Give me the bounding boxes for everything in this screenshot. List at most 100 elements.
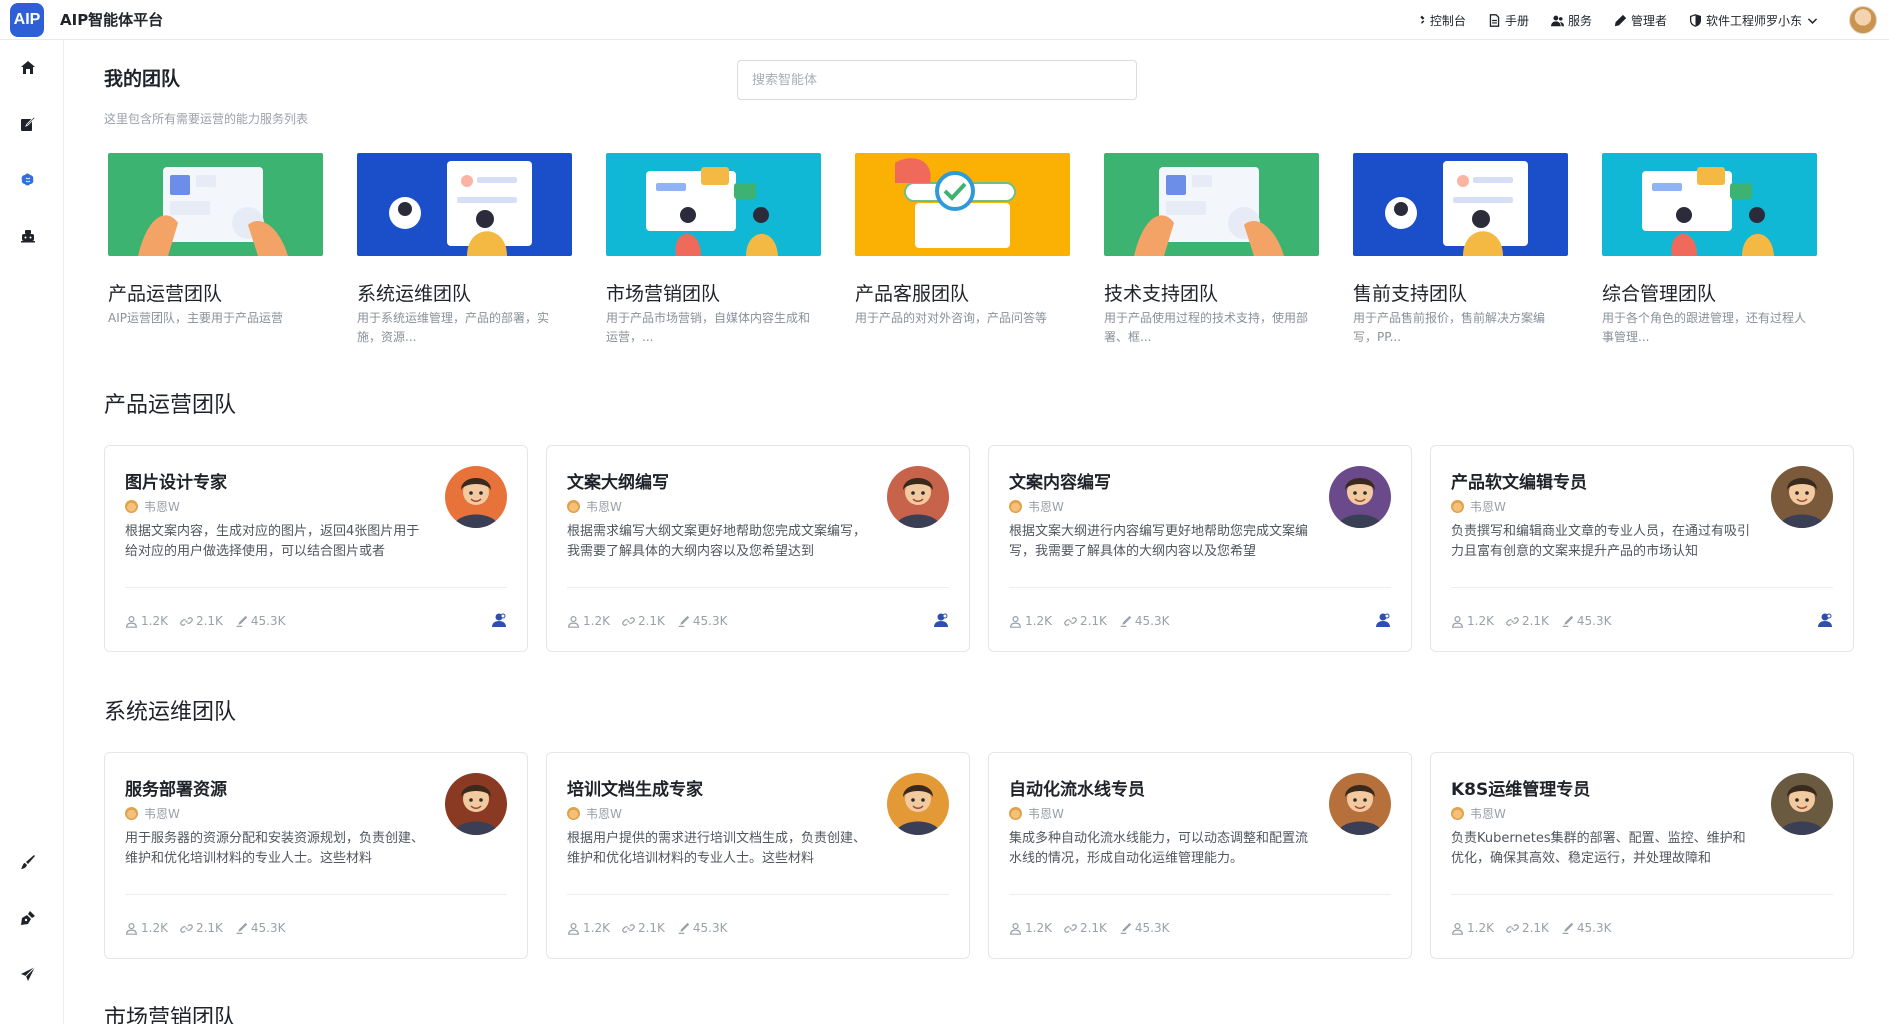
- home-icon: [21, 61, 35, 74]
- send-icon: [21, 966, 36, 981]
- stat-users-value: 1.2K: [1025, 614, 1052, 628]
- card-divider: [125, 587, 507, 588]
- agent-avatar: [1771, 773, 1833, 835]
- agent-description: 用于服务器的资源分配和安装资源规划，负责创建、维护和优化培训材料的专业人士。这些…: [125, 831, 425, 866]
- team-card[interactable]: 技术支持团队 用于产品使用过程的技术支持，使用部署、框...: [1104, 153, 1319, 353]
- stat-calls-value: 45.3K: [250, 614, 286, 628]
- team-card[interactable]: 产品运营团队 AIP运营团队，主要用于产品运营: [108, 153, 323, 353]
- team-card[interactable]: 市场营销团队 用于产品市场营销，自媒体内容生成和运营，...: [606, 153, 821, 353]
- stat-links-value: 2.1K: [1079, 921, 1107, 935]
- team-banner-image: [1353, 153, 1568, 256]
- agent-card[interactable]: 培训文档生成专家 韦恩W 根据用户提供的需求进行培训文档生成，负责创建、维护和优…: [546, 752, 970, 959]
- agent-card[interactable]: 服务部署资源 韦恩W 用于服务器的资源分配和安装资源规划，负责创建、维护和优化培…: [104, 752, 528, 959]
- agent-user-action-icon[interactable]: [1375, 612, 1391, 628]
- agent-description: 根据文案内容，生成对应的图片，返回4张图片用于给对应的用户做选择使用，可以结合图…: [125, 524, 420, 559]
- card-divider: [1009, 587, 1391, 588]
- stat-users: 1.2K: [567, 921, 610, 935]
- stat-links: 2.1K: [1506, 614, 1549, 628]
- stat-links: 2.1K: [180, 921, 223, 935]
- agent-author-name: 韦恩W: [586, 807, 622, 821]
- nav-console[interactable]: 控制台: [1413, 12, 1466, 29]
- sidebar-item-brush[interactable]: [18, 852, 38, 872]
- agent-avatar: [1771, 466, 1833, 528]
- call-count-icon: [1120, 615, 1132, 627]
- nav-admin[interactable]: 管理者: [1614, 12, 1667, 29]
- agent-description: 负责撰写和编辑商业文章的专业人员，在通过有吸引力且富有创意的文案来提升产品的市场…: [1451, 524, 1751, 559]
- link-icon: [622, 616, 635, 626]
- card-divider: [125, 894, 507, 895]
- sidebar-item-edit[interactable]: [18, 114, 38, 134]
- stat-links-value: 2.1K: [1521, 921, 1549, 935]
- nav-manual[interactable]: 手册: [1488, 12, 1529, 29]
- page-subtitle: 这里包含所有需要运营的能力服务列表: [104, 112, 309, 126]
- team-card[interactable]: 产品客服团队 用于产品的对对外咨询，产品问答等: [855, 153, 1070, 353]
- sidebar-item-pen-tool[interactable]: [18, 908, 38, 928]
- main-scroll-area[interactable]: 我的团队 这里包含所有需要运营的能力服务列表 产品运营团队 AIP运营团队，主要…: [64, 40, 1889, 1024]
- agent-card[interactable]: 文案大纲编写 韦恩W 根据需求编写大纲文案更好地帮助您完成文案编写，我需要了解具…: [546, 445, 970, 652]
- nav-admin-label: 管理者: [1630, 13, 1667, 28]
- agent-stats: 1.2K 2.1K 45.3K: [567, 921, 728, 935]
- tools-icon: [1414, 15, 1425, 24]
- agent-card[interactable]: 文案内容编写 韦恩W 根据文案大纲进行内容编写更好地帮助您完成文案编写，我需要了…: [988, 445, 1412, 652]
- agent-card[interactable]: 自动化流水线专员 韦恩W 集成多种自动化流水线能力，可以动态调整和配置流水线的情…: [988, 752, 1412, 959]
- team-card[interactable]: 售前支持团队 用于产品售前报价，售前解决方案编写，PP...: [1353, 153, 1568, 353]
- agent-avatar: [1329, 773, 1391, 835]
- section-title-product-ops: 产品运营团队: [104, 393, 237, 418]
- agent-author: 韦恩W: [1009, 498, 1064, 515]
- stat-calls-value: 45.3K: [692, 614, 728, 628]
- stat-users: 1.2K: [125, 921, 168, 935]
- call-count-icon: [236, 615, 248, 627]
- user-count-icon: [1010, 615, 1021, 628]
- sidebar: [0, 40, 64, 1024]
- agent-user-action-icon[interactable]: [491, 612, 507, 628]
- agent-avatar: [445, 466, 507, 528]
- stat-users: 1.2K: [1451, 614, 1494, 628]
- author-avatar-icon: [125, 807, 138, 820]
- document-icon: [1489, 13, 1500, 27]
- agent-description: 集成多种自动化流水线能力，可以动态调整和配置流水线的情况，形成自动化运维管理能力…: [1009, 831, 1309, 866]
- agent-user-action-icon[interactable]: [933, 612, 949, 628]
- stat-users-value: 1.2K: [1467, 614, 1494, 628]
- sidebar-item-home[interactable]: [18, 58, 38, 78]
- agent-card[interactable]: 图片设计专家 韦恩W 根据文案内容，生成对应的图片，返回4张图片用于给对应的用户…: [104, 445, 528, 652]
- users-icon: [1550, 15, 1564, 26]
- agent-title: 文案内容编写: [1009, 473, 1111, 493]
- team-card[interactable]: 综合管理团队 用于各个角色的跟进管理，还有过程人事管理...: [1602, 153, 1817, 353]
- call-count-icon: [678, 615, 690, 627]
- agent-card[interactable]: 产品软文编辑专员 韦恩W 负责撰写和编辑商业文章的专业人员，在通过有吸引力且富有…: [1430, 445, 1854, 652]
- nav-user-menu[interactable]: 软件工程师罗小东: [1689, 12, 1819, 29]
- author-avatar-icon: [1009, 807, 1022, 820]
- agent-user-action-icon[interactable]: [1817, 612, 1833, 628]
- team-card[interactable]: 系统运维团队 用于系统运维管理，产品的部署，实施，资源...: [357, 153, 572, 353]
- user-count-icon: [126, 922, 137, 935]
- top-bar: AIP AIP智能体平台 控制台 手册 服务 管理者 软件工程师罗小东: [0, 0, 1889, 40]
- agent-card[interactable]: K8S运维管理专员 韦恩W 负责Kubernetes集群的部署、配置、监控、维护…: [1430, 752, 1854, 959]
- search-input[interactable]: [737, 60, 1137, 100]
- sidebar-item-bot[interactable]: [18, 226, 38, 246]
- team-description: 用于产品的对对外咨询，产品问答等: [855, 311, 1048, 325]
- team-description: 用于各个角色的跟进管理，还有过程人事管理...: [1602, 311, 1807, 344]
- card-divider: [1009, 894, 1391, 895]
- link-icon: [1506, 616, 1519, 626]
- agent-author: 韦恩W: [1451, 805, 1506, 822]
- sidebar-item-send[interactable]: [18, 964, 38, 984]
- stat-calls: 45.3K: [677, 921, 728, 935]
- shield-icon: [1689, 13, 1702, 27]
- nav-service[interactable]: 服务: [1550, 12, 1592, 29]
- user-avatar[interactable]: [1849, 6, 1877, 34]
- stat-links-value: 2.1K: [1079, 614, 1107, 628]
- app-logo[interactable]: AIP: [10, 2, 44, 37]
- card-divider: [567, 587, 949, 588]
- team-name: 综合管理团队: [1602, 283, 1717, 305]
- stat-users-value: 1.2K: [583, 921, 610, 935]
- stat-links-value: 2.1K: [637, 614, 665, 628]
- agent-title: 图片设计专家: [125, 473, 227, 493]
- agent-avatar: [887, 773, 949, 835]
- sidebar-item-brain[interactable]: [18, 170, 38, 190]
- link-icon: [180, 923, 193, 933]
- agent-author-name: 韦恩W: [144, 500, 180, 514]
- team-banner-image: [855, 153, 1070, 256]
- agent-author: 韦恩W: [1009, 805, 1064, 822]
- team-banner-image: [1104, 153, 1319, 256]
- stat-calls: 45.3K: [1561, 614, 1612, 628]
